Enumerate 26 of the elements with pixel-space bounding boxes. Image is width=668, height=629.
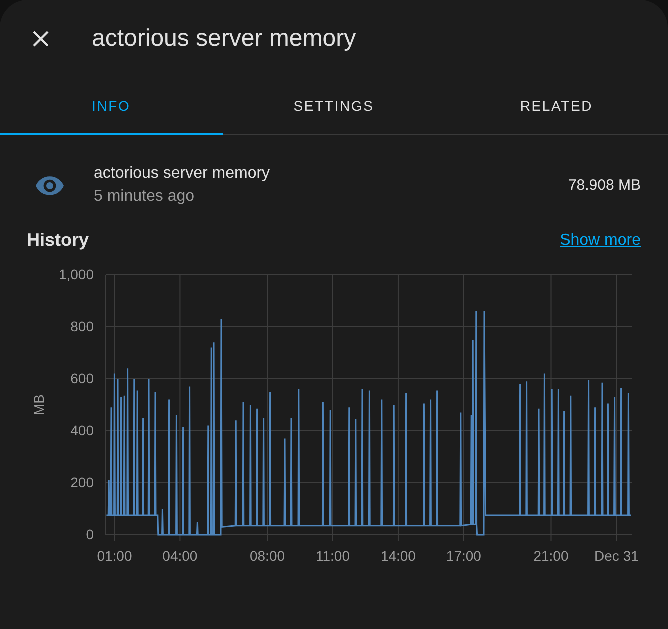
- tab[interactable]: INFO: [0, 78, 223, 135]
- axis-tick-label: 11:00: [316, 548, 350, 564]
- axis-tick-label: 08:00: [250, 548, 286, 564]
- axis-tick-label: 21:00: [534, 548, 569, 564]
- entity-name: actorious server memory: [94, 165, 272, 183]
- dialog-title: actorious server memory: [92, 25, 356, 53]
- axis-tick-label: 17:00: [446, 548, 482, 564]
- show-more-link[interactable]: Show more: [560, 232, 641, 250]
- axis-tick-label: 600: [70, 370, 94, 386]
- axis-tick-label: 800: [70, 318, 94, 334]
- last-changed-time: 5 minutes ago: [94, 188, 196, 206]
- eye-icon: [36, 176, 64, 196]
- close-icon: [31, 29, 51, 49]
- history-heading: History: [27, 230, 90, 251]
- axis-tick-label: 1,000: [58, 266, 94, 282]
- entity-state: 78.908 MB: [568, 177, 641, 194]
- axis-tick-label: 0: [86, 526, 94, 542]
- axis-tick-label: 01:00: [97, 548, 132, 564]
- axis-tick-label: 400: [70, 422, 94, 438]
- axis-title: MB: [31, 394, 47, 416]
- axis-tick-label: 04:00: [162, 548, 198, 564]
- axis-tick-label: Dec 31: [594, 548, 639, 564]
- tab[interactable]: SETTINGS: [222, 78, 446, 135]
- tab[interactable]: RELATED: [445, 78, 668, 135]
- axis-tick-label: 14:00: [380, 548, 416, 564]
- axis-tick-label: 200: [70, 474, 94, 490]
